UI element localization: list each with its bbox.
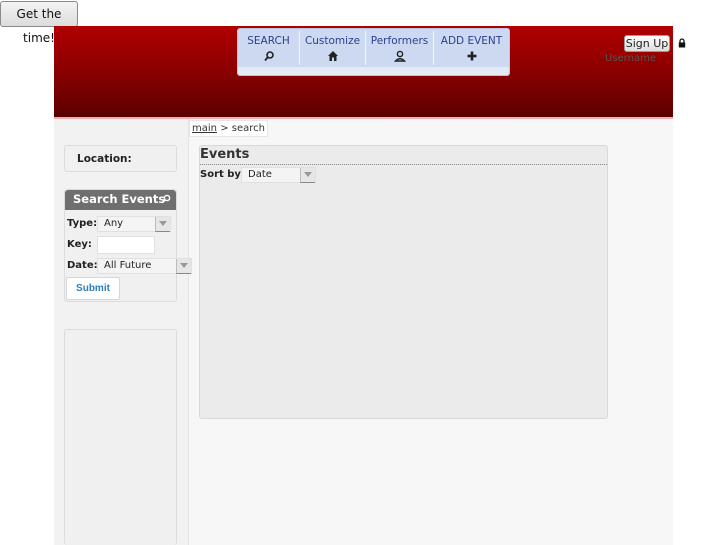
submit-button[interactable]: Submit	[66, 277, 120, 300]
chevron-down-icon[interactable]	[155, 217, 170, 232]
nav-item-label: Performers	[370, 35, 429, 47]
chevron-down-icon[interactable]	[176, 259, 191, 274]
sort-by-select[interactable]: Date	[241, 167, 316, 183]
events-title: Events	[200, 147, 250, 162]
nav-item-label: Customize	[304, 35, 361, 47]
breadcrumb-separator: >	[220, 123, 229, 134]
date-select-value: All Future	[104, 260, 152, 271]
type-label: Type:	[67, 218, 98, 229]
username-label[interactable]: Username	[605, 53, 656, 64]
sidebar-empty-panel	[64, 329, 177, 545]
events-title-rule	[200, 164, 607, 165]
home-icon	[327, 51, 338, 61]
nav-item-add-event[interactable]: ADD EVENT	[434, 29, 509, 67]
events-panel: Events Sort by: Date	[199, 145, 608, 419]
location-box: Location:	[64, 145, 177, 172]
magnifier-icon	[161, 194, 171, 204]
sort-by-label: Sort by:	[200, 169, 245, 180]
nav-item-search[interactable]: SEARCH	[238, 29, 299, 67]
type-select[interactable]: Any	[97, 216, 171, 232]
top-navigation: SEARCH Customize Performers ADD EVENT	[237, 28, 510, 76]
search-icon	[263, 51, 274, 62]
sign-up-button[interactable]: Sign Up	[624, 35, 670, 52]
key-label: Key:	[67, 239, 92, 250]
get-time-button[interactable]: Get the time!	[0, 1, 78, 45]
plus-icon	[467, 51, 476, 61]
search-events-header: Search Events	[65, 190, 176, 210]
person-icon	[393, 50, 406, 62]
chevron-down-icon[interactable]	[300, 168, 315, 183]
sort-by-value: Date	[248, 169, 272, 180]
lock-icon[interactable]	[678, 38, 686, 48]
nav-item-label: SEARCH	[247, 35, 290, 47]
search-events-title: Search Events	[73, 192, 166, 206]
location-label: Location:	[77, 153, 132, 165]
column-divider	[188, 119, 189, 545]
nav-item-performers[interactable]: Performers	[366, 29, 433, 67]
key-input[interactable]	[97, 236, 155, 254]
breadcrumb: main > search	[189, 120, 268, 137]
type-select-value: Any	[104, 218, 124, 229]
date-select[interactable]: All Future	[97, 258, 192, 274]
breadcrumb-current: search	[231, 123, 265, 134]
nav-item-label: ADD EVENT	[440, 35, 503, 47]
nav-item-customize[interactable]: Customize	[300, 29, 365, 67]
breadcrumb-link-main[interactable]: main	[192, 123, 217, 134]
date-label: Date:	[67, 260, 98, 271]
nav-bottom-strip	[238, 67, 509, 75]
